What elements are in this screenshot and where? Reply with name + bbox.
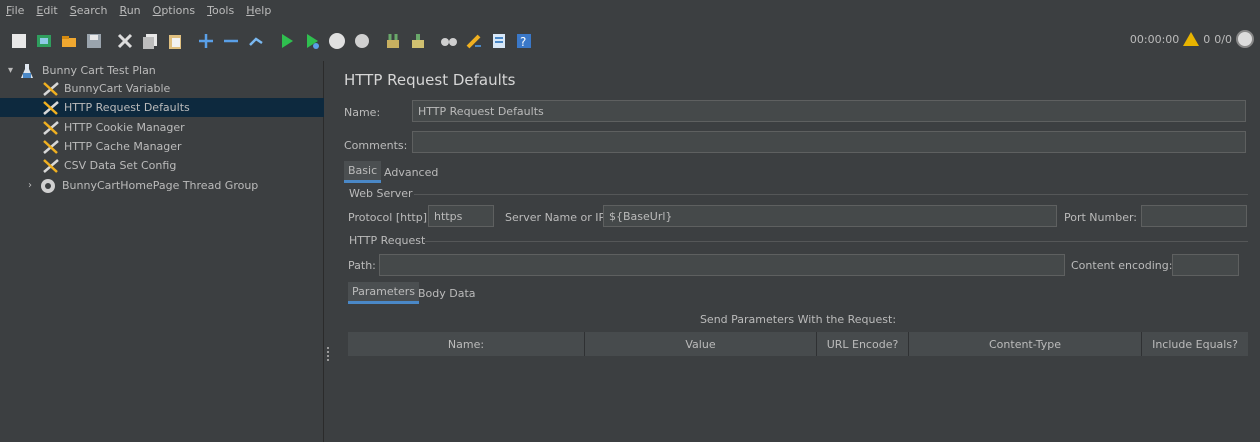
tree-item-label: HTTP Request Defaults [64,101,190,114]
tree-item-bunnycart-variable[interactable]: BunnyCart Variable [42,79,322,98]
shutdown-icon[interactable] [351,30,373,52]
tab-body-data[interactable]: Body Data [414,282,480,304]
tree-item-csv-data-set-config[interactable]: CSV Data Set Config [42,156,322,175]
column-content-type[interactable]: Content-Type [909,332,1142,356]
active-threads: 0/0 [1214,32,1232,46]
stop-icon[interactable] [326,30,348,52]
comments-label: Comments: [344,139,408,152]
encoding-field[interactable] [1172,254,1239,276]
svg-text:?: ? [520,35,526,49]
open-icon[interactable] [58,30,80,52]
tree-item-label: BunnyCartHomePage Thread Group [62,179,259,192]
parameters-caption: Send Parameters With the Request: [699,313,897,326]
column-url-encode[interactable]: URL Encode? [817,332,909,356]
tools-icon [42,139,60,155]
protocol-field[interactable]: https [428,205,494,227]
paste-icon[interactable] [164,30,186,52]
encoding-label: Content encoding: [1071,259,1173,272]
tools-icon [42,81,60,97]
status-area: 00:00:00 0 0/0 [1130,30,1254,48]
menu-options[interactable]: Options [153,4,195,17]
tree-root-label: Bunny Cart Test Plan [42,64,156,77]
name-label: Name: [344,106,381,119]
copy-icon[interactable] [139,30,161,52]
reset-search-icon[interactable] [463,30,485,52]
gear-icon [40,178,58,194]
elapsed-timer: 00:00:00 [1129,32,1180,46]
cut-icon[interactable] [114,30,136,52]
menu-edit[interactable]: Edit [36,4,57,17]
tab-basic[interactable]: Basic [344,161,382,183]
column-name[interactable]: Name: [348,332,585,356]
tools-icon [42,120,60,136]
tree-item-thread-group[interactable]: › BunnyCartHomePage Thread Group [28,176,322,195]
column-value[interactable]: Value [585,332,817,356]
tab-advanced[interactable]: Advanced [380,161,442,183]
name-field[interactable]: HTTP Request Defaults [412,100,1246,122]
tree-item-http-cache-manager[interactable]: HTTP Cache Manager [42,137,322,156]
start-no-pause-icon[interactable] [301,30,323,52]
menu-file[interactable]: File [6,4,24,17]
test-plan-tree: ▾ Bunny Cart Test Plan BunnyCart Variabl… [0,61,324,442]
tree-item-http-request-defaults[interactable]: HTTP Request Defaults [0,98,324,117]
menu-bar: File Edit Search Run Options Tools Help [0,0,1260,21]
search-icon[interactable] [438,30,460,52]
tree-item-label: CSV Data Set Config [64,159,177,172]
tools-icon [42,158,60,174]
path-field[interactable] [379,254,1065,276]
split-pane-divider[interactable] [324,61,332,442]
menu-help[interactable]: Help [246,4,271,17]
toggle-icon[interactable] [245,30,267,52]
help-icon[interactable]: ? [513,30,535,52]
parameters-table-header: Name: Value URL Encode? Content-Type Inc… [348,332,1248,356]
chevron-right-icon[interactable]: › [28,180,40,191]
web-server-title: Web Server [349,187,413,200]
tree-item-label: BunnyCart Variable [64,82,171,95]
new-icon[interactable] [8,30,30,52]
clear-all-icon[interactable] [407,30,429,52]
column-include-equals[interactable]: Include Equals? [1142,332,1248,356]
panel-title: HTTP Request Defaults [344,71,516,89]
config-panel: HTTP Request Defaults Name: HTTP Request… [332,61,1260,442]
tree-item-http-cookie-manager[interactable]: HTTP Cookie Manager [42,118,322,137]
protocol-label: Protocol [http]: [348,211,431,224]
menu-run[interactable]: Run [120,4,141,17]
path-label: Path: [348,259,376,272]
port-field[interactable] [1141,205,1247,227]
tab-parameters[interactable]: Parameters [348,282,419,304]
tools-icon [42,100,60,116]
clear-icon[interactable] [382,30,404,52]
chevron-down-icon[interactable]: ▾ [8,65,20,76]
menu-tools[interactable]: Tools [207,4,234,17]
http-request-title: HTTP Request [349,234,426,247]
menu-search[interactable]: Search [70,4,108,17]
start-icon[interactable] [276,30,298,52]
server-field[interactable]: ${BaseUrl} [603,205,1057,227]
port-label: Port Number: [1064,211,1138,224]
tree-item-label: HTTP Cookie Manager [64,121,185,134]
expand-icon[interactable] [195,30,217,52]
templates-icon[interactable] [33,30,55,52]
warning-count: 0 [1203,32,1211,46]
tree-item-label: HTTP Cache Manager [64,140,182,153]
comments-field[interactable] [412,131,1246,153]
remote-globe-icon[interactable] [1236,30,1254,48]
toolbar: ? [0,21,1260,61]
tree-root[interactable]: ▾ Bunny Cart Test Plan [8,61,324,80]
flask-icon [20,63,38,79]
warning-icon[interactable] [1183,32,1200,46]
function-helper-icon[interactable] [488,30,510,52]
server-label: Server Name or IP: [505,211,609,224]
collapse-icon[interactable] [220,30,242,52]
save-icon[interactable] [83,30,105,52]
